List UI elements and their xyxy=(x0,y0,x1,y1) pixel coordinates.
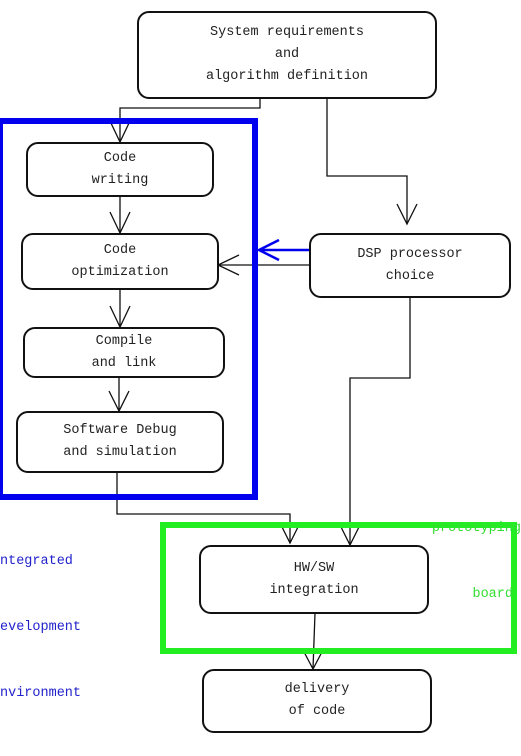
node-code-optimization[interactable]: Code optimization xyxy=(21,233,219,290)
flowchart: System requirements and algorithm defini… xyxy=(0,0,521,756)
node-text: delivery xyxy=(284,682,350,697)
node-code-writing[interactable]: Code writing xyxy=(26,142,214,197)
label-line: board xyxy=(472,587,513,602)
label-line: nvironment xyxy=(0,686,82,701)
label-line: prototyping xyxy=(431,521,521,536)
node-text: HW/SW xyxy=(293,560,335,576)
node-text: System requirements xyxy=(210,25,364,40)
ide-group-label: ntegrated evelopment nvironment xyxy=(0,507,81,749)
node-text: and xyxy=(274,47,300,62)
node-text: DSP processor xyxy=(357,246,463,262)
node-software-debug[interactable]: Software Debug and simulation xyxy=(16,411,224,473)
board-group-label: prototyping board xyxy=(432,474,521,650)
node-hw-sw-integration[interactable]: HW/SW integration xyxy=(199,545,429,614)
edge-sysreq-to-dsp-choice xyxy=(326,98,408,224)
node-text: and link xyxy=(91,355,157,371)
edge-dsp-to-hwsw xyxy=(349,297,411,545)
node-text: Code xyxy=(103,150,137,166)
node-text: optimization xyxy=(71,264,169,280)
node-text: and simulation xyxy=(63,445,177,460)
node-text: integration xyxy=(269,582,359,598)
node-text: writing xyxy=(91,172,149,188)
node-text: Code xyxy=(103,242,137,258)
node-text: choice xyxy=(385,268,435,284)
node-delivery-of-code[interactable]: delivery of code xyxy=(202,669,432,733)
edge-dsp-to-ide xyxy=(256,238,310,262)
node-compile-link[interactable]: Compile and link xyxy=(23,327,225,378)
label-line: ntegrated xyxy=(0,554,73,569)
label-line: evelopment xyxy=(0,620,82,635)
node-dsp-processor-choice[interactable]: DSP processor choice xyxy=(309,233,511,298)
node-system-requirements[interactable]: System requirements and algorithm defini… xyxy=(137,11,437,99)
node-text: Software Debug xyxy=(63,423,177,438)
node-text: of code xyxy=(288,704,346,719)
node-text: algorithm definition xyxy=(205,69,369,84)
node-text: Compile xyxy=(95,333,153,349)
